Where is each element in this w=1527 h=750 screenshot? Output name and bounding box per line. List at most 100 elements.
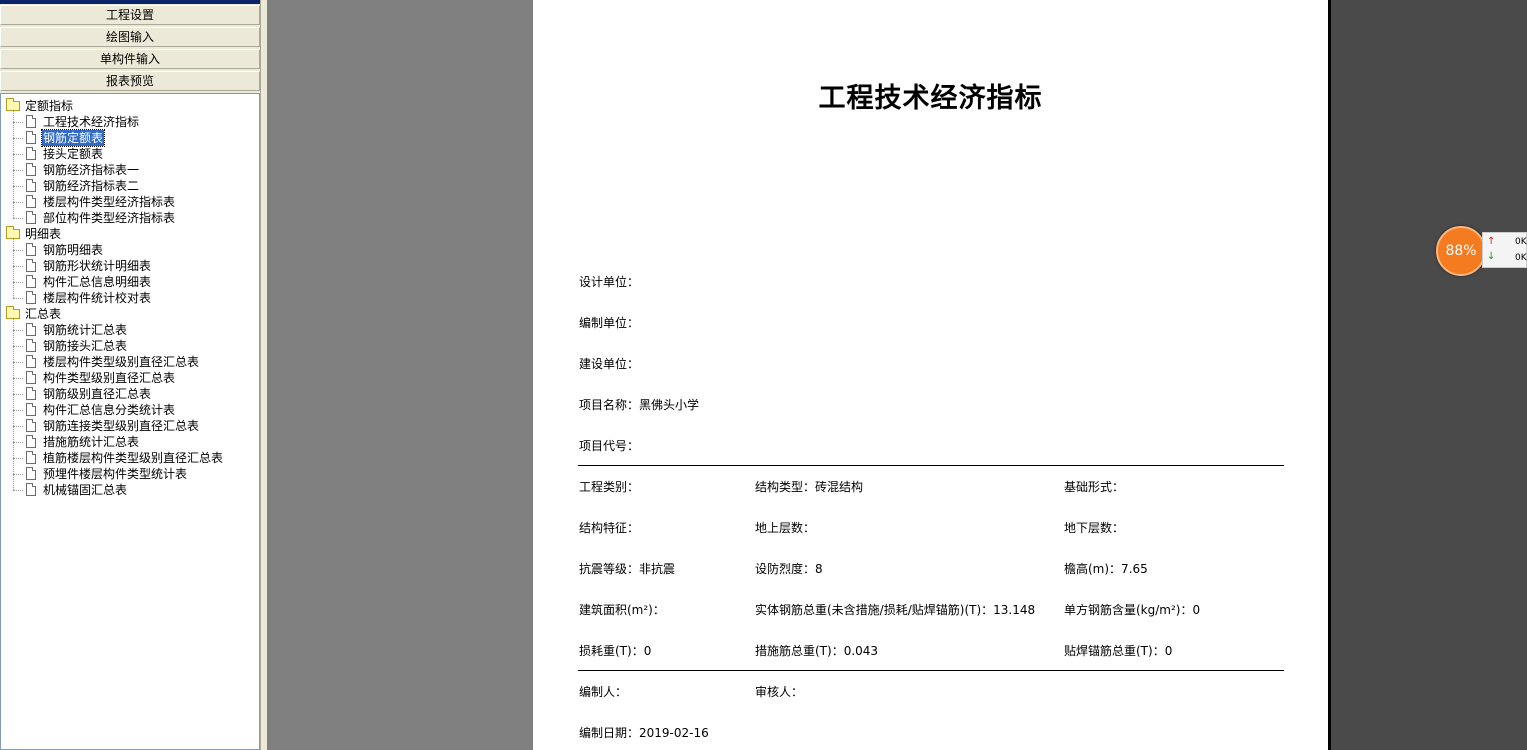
- tree-connector: [13, 442, 23, 443]
- build-unit-field: 建设单位：: [579, 357, 640, 371]
- tree-item[interactable]: 钢筋明细表: [1, 242, 259, 258]
- report-document-icon: [26, 419, 36, 432]
- project-code-field: 项目代号：: [579, 439, 640, 453]
- nav-drawing-input-button[interactable]: 绘图输入: [0, 27, 260, 47]
- folder-icon: [6, 226, 20, 239]
- report-document-icon: [26, 259, 36, 272]
- report-document-icon: [26, 211, 36, 224]
- report-document-icon: [26, 275, 36, 288]
- report-document-icon: [26, 339, 36, 352]
- tree-connector: [13, 490, 23, 491]
- nav-report-preview-button[interactable]: 报表预览: [0, 71, 260, 91]
- tree-folder[interactable]: 汇总表: [1, 306, 259, 322]
- divider: [578, 670, 1284, 671]
- tree-connector: [13, 186, 23, 187]
- loss-weight-field: 损耗重(T)：0: [579, 644, 652, 658]
- tree-connector: [13, 426, 23, 427]
- rebar-per-area-field: 单方钢筋含量(kg/m²)：0: [1064, 603, 1201, 617]
- tree-item[interactable]: 楼层构件类型级别直径汇总表: [1, 354, 259, 370]
- tree-item[interactable]: 钢筋级别直径汇总表: [1, 386, 259, 402]
- report-document-icon: [26, 115, 36, 128]
- tree-connector: [13, 458, 23, 459]
- tree-item-label: 措施筋统计汇总表: [43, 435, 140, 449]
- tree-item[interactable]: 钢筋经济指标表二: [1, 178, 259, 194]
- tree-folder[interactable]: 明细表: [1, 226, 259, 242]
- tree-item[interactable]: 植筋楼层构件类型级别直径汇总表: [1, 450, 259, 466]
- tree-item[interactable]: 楼层构件类型经济指标表: [1, 194, 259, 210]
- report-document-icon: [26, 131, 36, 144]
- measure-rebar-field: 措施筋总重(T)：0.043: [755, 644, 879, 658]
- design-unit-field: 设计单位：: [579, 275, 640, 289]
- tree-connector: [13, 170, 23, 171]
- tree-item[interactable]: 接头定额表: [1, 146, 259, 162]
- tree-connector: [13, 218, 23, 219]
- report-document-icon: [26, 147, 36, 160]
- tree-item-label: 钢筋级别直径汇总表: [43, 387, 152, 401]
- tree-item[interactable]: 楼层构件统计校对表: [1, 290, 259, 306]
- tree-item-label: 预埋件楼层构件类型统计表: [43, 467, 188, 481]
- tree-item[interactable]: 钢筋经济指标表一: [1, 162, 259, 178]
- eave-height-field: 檐高(m)：7.65: [1064, 562, 1148, 576]
- tree-item[interactable]: 措施筋统计汇总表: [1, 434, 259, 450]
- tree-item[interactable]: 钢筋形状统计明细表: [1, 258, 259, 274]
- report-document-icon: [26, 371, 36, 384]
- tree-connector: [13, 330, 23, 331]
- tree-item[interactable]: 构件汇总信息明细表: [1, 274, 259, 290]
- report-document-icon: [26, 387, 36, 400]
- tree-item[interactable]: 构件汇总信息分类统计表: [1, 402, 259, 418]
- structure-type-field: 结构类型：砖混结构: [755, 480, 864, 494]
- tree-item[interactable]: 钢筋定额表: [1, 129, 259, 147]
- tree-item[interactable]: 预埋件楼层构件类型统计表: [1, 466, 259, 482]
- report-page: 工程技术经济指标 设计单位： 编制单位： 建设单位： 项目名称：黑佛头小学 项目…: [533, 0, 1328, 750]
- nav-single-member-input-button[interactable]: 单构件输入: [0, 49, 260, 69]
- divider: [578, 465, 1284, 466]
- report-document-icon: [26, 323, 36, 336]
- tree-item[interactable]: 机械锚固汇总表: [1, 482, 259, 498]
- floors-above-field: 地上层数：: [755, 521, 816, 535]
- tree-item[interactable]: 钢筋接头汇总表: [1, 338, 259, 354]
- floors-below-field: 地下层数：: [1064, 521, 1125, 535]
- title-strip: [0, 0, 262, 4]
- report-document-icon: [26, 163, 36, 176]
- tree-item[interactable]: 构件类型级别直径汇总表: [1, 370, 259, 386]
- download-arrow-icon: ↓: [1487, 251, 1496, 262]
- building-area-field: 建筑面积(m²)：: [579, 603, 665, 617]
- report-tree[interactable]: 定额指标 工程技术经济指标 钢筋定额表 接头定额表 钢筋经济指标表一 钢筋经济指标表二 楼层…: [0, 93, 260, 750]
- tree-connector: [13, 298, 23, 299]
- tree-connector: [13, 346, 23, 347]
- nav-project-settings-button[interactable]: 工程设置: [0, 5, 260, 25]
- tree-item[interactable]: 钢筋统计汇总表: [1, 322, 259, 338]
- project-name-field: 项目名称：黑佛头小学: [579, 398, 700, 412]
- report-document-icon: [26, 355, 36, 368]
- tree-item-label: 机械锚固汇总表: [43, 483, 128, 497]
- tree-item-label: 楼层构件类型级别直径汇总表: [43, 355, 200, 369]
- tree-folder[interactable]: 定额指标: [1, 98, 259, 114]
- tree-connector: [13, 410, 23, 411]
- tree-item[interactable]: 工程技术经济指标: [1, 114, 259, 130]
- folder-icon: [6, 306, 20, 319]
- tree-folder-label: 明细表: [25, 227, 62, 241]
- tree-connector: [13, 111, 14, 218]
- report-document-icon: [26, 467, 36, 480]
- structure-feature-field: 结构特征：: [579, 521, 640, 535]
- report-document-icon: [26, 451, 36, 464]
- tree-item-label: 楼层构件统计校对表: [43, 291, 152, 305]
- tree-item[interactable]: 部位构件类型经济指标表: [1, 210, 259, 226]
- seismic-grade-field: 抗震等级：非抗震: [579, 562, 676, 576]
- tree-item-label: 接头定额表: [43, 147, 104, 161]
- report-document-icon: [26, 403, 36, 416]
- report-title: 工程技术经济指标: [818, 83, 1043, 114]
- tree-item-label: 构件类型级别直径汇总表: [43, 371, 176, 385]
- tree-connector: [13, 154, 23, 155]
- network-speed-ball[interactable]: 88%: [1436, 226, 1486, 276]
- fortification-intensity-field: 设防烈度：8: [755, 562, 823, 576]
- tree-connector: [13, 378, 23, 379]
- compile-unit-field: 编制单位：: [579, 316, 640, 330]
- tree-item-label: 构件汇总信息明细表: [43, 275, 152, 289]
- panel-splitter[interactable]: [260, 0, 267, 750]
- welded-anchor-field: 贴焊锚筋总重(T)：0: [1064, 644, 1173, 658]
- tree-item-label: 钢筋连接类型级别直径汇总表: [43, 419, 200, 433]
- tree-connector: [13, 282, 23, 283]
- tree-item[interactable]: 钢筋连接类型级别直径汇总表: [1, 418, 259, 434]
- project-type-field: 工程类别：: [579, 480, 640, 494]
